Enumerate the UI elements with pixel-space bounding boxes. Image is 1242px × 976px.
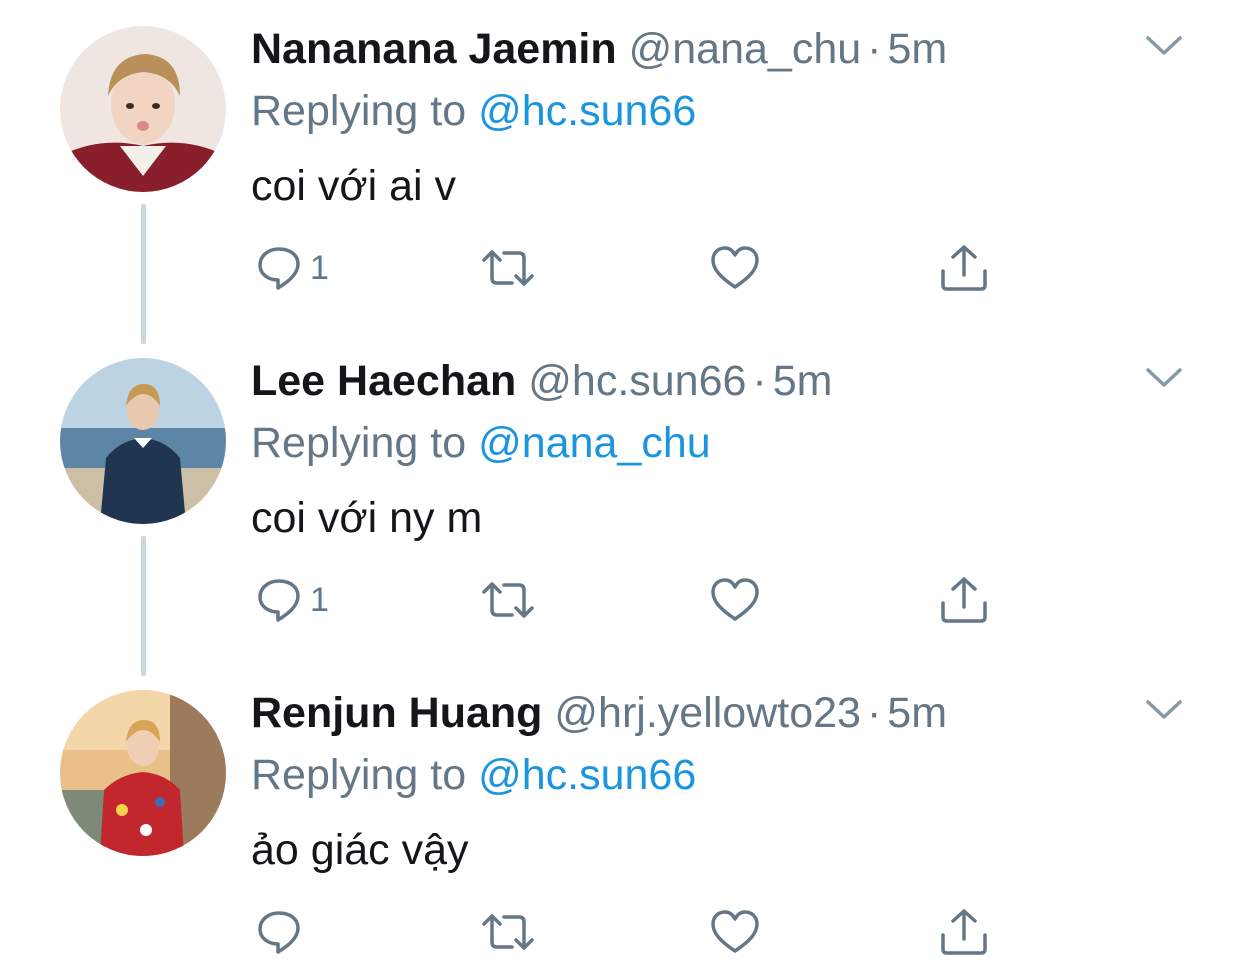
share-icon xyxy=(938,907,990,957)
retweet-icon xyxy=(478,246,538,290)
chevron-down-icon[interactable] xyxy=(1145,366,1183,390)
display-name[interactable]: Nananana Jaemin xyxy=(251,25,617,73)
display-name[interactable]: Renjun Huang xyxy=(251,689,542,737)
replying-to: Replying to @hc.sun66 xyxy=(251,750,696,800)
user-handle[interactable]: @nana_chu xyxy=(629,25,862,73)
reply-icon xyxy=(256,576,302,624)
like-icon xyxy=(710,909,760,955)
retweet-button[interactable] xyxy=(478,904,538,960)
like-button[interactable] xyxy=(710,904,760,960)
share-button[interactable] xyxy=(938,240,990,296)
share-icon xyxy=(938,243,990,293)
share-icon xyxy=(938,575,990,625)
tweet-header: Lee Haechan @hc.sun66 · 5m xyxy=(251,356,832,406)
tweet-header: Nananana Jaemin @nana_chu · 5m xyxy=(251,24,947,74)
share-button[interactable] xyxy=(938,572,990,628)
mention-link[interactable]: @hc.sun66 xyxy=(478,751,696,799)
reply-icon xyxy=(256,908,302,956)
retweet-button[interactable] xyxy=(478,572,538,628)
tweet-text: coi với ny m xyxy=(251,494,483,542)
mention-link[interactable]: @nana_chu xyxy=(478,419,711,467)
separator-dot: · xyxy=(752,357,767,405)
display-name[interactable]: Lee Haechan xyxy=(251,357,516,405)
reply-button[interactable] xyxy=(256,904,310,960)
reply-button[interactable]: 1 xyxy=(256,240,329,296)
reply-button[interactable]: 1 xyxy=(256,572,329,628)
tweet-text: coi với ai v xyxy=(251,162,457,210)
timestamp[interactable]: 5m xyxy=(887,689,947,737)
share-button[interactable] xyxy=(938,904,990,960)
user-handle[interactable]: @hrj.yellowto23 xyxy=(554,689,861,737)
like-button[interactable] xyxy=(710,240,760,296)
chevron-down-icon[interactable] xyxy=(1145,698,1183,722)
chevron-down-icon[interactable] xyxy=(1145,34,1183,58)
like-icon xyxy=(710,245,760,291)
reply-count: 1 xyxy=(310,249,329,287)
like-button[interactable] xyxy=(710,572,760,628)
avatar[interactable] xyxy=(60,26,226,192)
avatar[interactable] xyxy=(60,358,226,524)
reply-count: 1 xyxy=(310,581,329,619)
avatar-photo xyxy=(60,690,226,856)
separator-dot: · xyxy=(867,25,882,73)
replying-prefix: Replying to xyxy=(251,751,467,799)
tweet-actions: 1 xyxy=(0,240,1242,296)
like-icon xyxy=(710,577,760,623)
timestamp[interactable]: 5m xyxy=(773,357,833,405)
avatar-photo xyxy=(60,26,226,192)
timestamp[interactable]: 5m xyxy=(888,25,948,73)
reply-icon xyxy=(256,244,302,292)
tweet-header: Renjun Huang @hrj.yellowto23 · 5m xyxy=(251,688,947,738)
tweet-actions xyxy=(0,904,1242,960)
avatar[interactable] xyxy=(60,690,226,856)
mention-link[interactable]: @hc.sun66 xyxy=(478,87,696,135)
tweet-text: ảo giác vậy xyxy=(251,826,469,874)
replying-to: Replying to @hc.sun66 xyxy=(251,86,696,136)
avatar-photo xyxy=(60,358,226,524)
user-handle[interactable]: @hc.sun66 xyxy=(528,357,746,405)
replying-prefix: Replying to xyxy=(251,419,467,467)
retweet-icon xyxy=(478,910,538,954)
retweet-button[interactable] xyxy=(478,240,538,296)
replying-prefix: Replying to xyxy=(251,87,467,135)
replying-to: Replying to @nana_chu xyxy=(251,418,711,468)
separator-dot: · xyxy=(866,689,882,737)
retweet-icon xyxy=(478,578,538,622)
tweet-actions: 1 xyxy=(0,572,1242,628)
